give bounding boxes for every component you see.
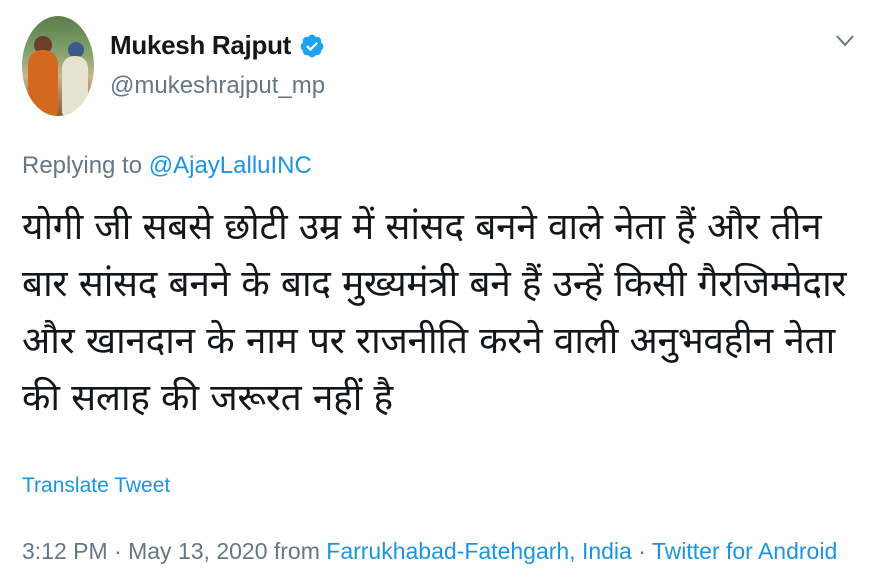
avatar-figure-body — [28, 50, 58, 116]
meta-separator: · — [107, 538, 129, 564]
avatar-figure-body — [62, 56, 88, 116]
location-link[interactable]: Farrukhabad-Fatehgarh, India — [326, 538, 632, 564]
reply-context: Replying to @AjayLalluINC — [22, 152, 312, 180]
tweet-card: Mukesh Rajput @mukeshrajput_mp Replying … — [0, 0, 875, 583]
source-link[interactable]: Twitter for Android — [652, 538, 837, 564]
reply-to-link[interactable]: @AjayLalluINC — [149, 152, 312, 179]
tweet-metadata: 3:12 PM · May 13, 2020 from Farrukhabad-… — [22, 538, 837, 565]
tweet-text: योगी जी सबसे छोटी उम्र में सांसद बनने वा… — [22, 205, 847, 419]
verified-badge-icon — [300, 34, 324, 57]
author-handle[interactable]: @mukeshrajput_mp — [110, 72, 325, 100]
from-label: from — [267, 538, 327, 564]
author-name-row: Mukesh Rajput — [110, 30, 325, 61]
translate-tweet-link[interactable]: Translate Tweet — [22, 474, 170, 498]
avatar[interactable] — [22, 16, 94, 116]
author-display-name[interactable]: Mukesh Rajput — [110, 30, 291, 61]
reply-prefix: Replying to — [22, 152, 149, 179]
chevron-down-icon[interactable] — [834, 33, 856, 49]
tweet-time[interactable]: 3:12 PM — [22, 538, 108, 564]
tweet-date[interactable]: May 13, 2020 — [128, 538, 267, 564]
meta-separator: · — [631, 538, 652, 564]
